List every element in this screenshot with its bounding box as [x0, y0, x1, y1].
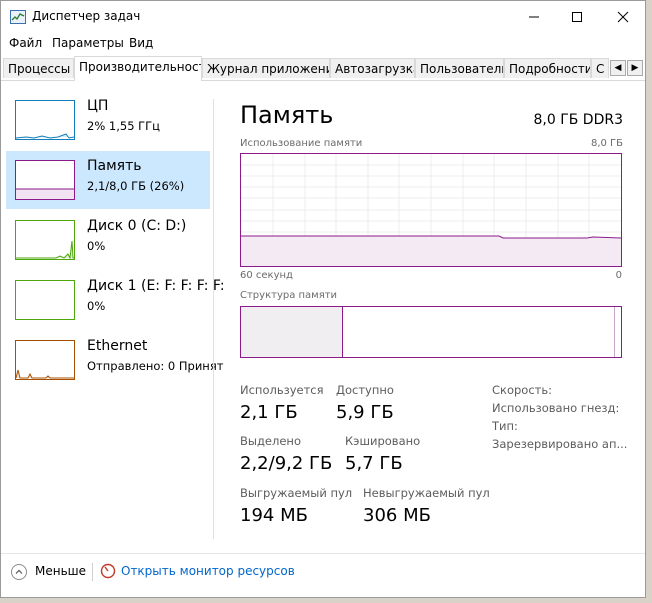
- used-value: 2,1 ГБ: [240, 402, 298, 423]
- tab-strip: Процессы Производительность Журнал прило…: [1, 56, 645, 81]
- memory-panel: Память 8,0 ГБ DDR3 Использование памяти …: [240, 81, 628, 541]
- close-icon: [617, 11, 629, 23]
- resource-list: ЦП 2% 1,55 ГГц Память 2,1/8,0 ГБ (26%) Д…: [1, 81, 225, 541]
- task-manager-icon: [10, 10, 26, 24]
- resource-ethernet-name: Ethernet: [87, 338, 148, 354]
- tab-app-history[interactable]: Журнал приложений: [202, 58, 330, 78]
- maximize-icon: [572, 12, 582, 22]
- resource-disk0[interactable]: Диск 0 (C: D:) 0%: [6, 211, 210, 269]
- cached-value: 5,7 ГБ: [345, 453, 403, 474]
- resource-memory[interactable]: Память 2,1/8,0 ГБ (26%): [6, 151, 210, 209]
- resource-ethernet[interactable]: Ethernet Отправлено: 0 Принят: [6, 331, 223, 389]
- task-manager-window: Диспетчер задач Файл Параметры Вид Проце…: [0, 0, 646, 598]
- cpu-thumbnail-graph: [15, 100, 75, 140]
- available-label: Доступно: [336, 383, 394, 397]
- hardware-reserved-label: Зарезервировано ап...: [492, 437, 628, 451]
- paged-pool-value: 194 МБ: [240, 505, 308, 526]
- memory-title: Память: [240, 101, 334, 129]
- footer-separator: [92, 563, 93, 581]
- resource-memory-name: Память: [87, 158, 142, 174]
- nonpaged-pool-label: Невыгружаемый пул: [363, 486, 490, 500]
- resource-memory-value: 2,1/8,0 ГБ (26%): [87, 179, 185, 193]
- close-button[interactable]: [600, 1, 646, 33]
- resource-disk1-value: 0%: [87, 299, 106, 313]
- tab-users[interactable]: Пользователи: [415, 58, 504, 78]
- resource-monitor-icon[interactable]: [100, 563, 116, 579]
- paged-pool-label: Выгружаемый пул: [240, 486, 353, 500]
- memory-usage-label: Использование памяти: [240, 138, 363, 149]
- nonpaged-pool-value: 306 МБ: [363, 505, 431, 526]
- slots-used-label: Использовано гнезд:: [492, 401, 620, 415]
- open-resource-monitor-link[interactable]: Открыть монитор ресурсов: [121, 564, 295, 578]
- available-value: 5,9 ГБ: [336, 402, 394, 423]
- resource-cpu-name: ЦП: [87, 98, 109, 114]
- minimize-icon: [529, 16, 539, 18]
- resource-cpu[interactable]: ЦП 2% 1,55 ГГц: [6, 91, 210, 149]
- resource-disk1-name: Диск 1 (E: F: F: F: F:: [87, 278, 225, 294]
- fewer-details-button[interactable]: Меньше: [35, 564, 86, 578]
- cached-label: Кэшировано: [345, 434, 421, 448]
- resource-ethernet-value: Отправлено: 0 Принят: [87, 359, 224, 373]
- memory-thumbnail-graph: [15, 160, 75, 200]
- resource-cpu-value: 2% 1,55 ГГц: [87, 119, 161, 133]
- tab-performance[interactable]: Производительность: [74, 56, 202, 81]
- window-title: Диспетчер задач: [32, 9, 141, 23]
- tab-startup[interactable]: Автозагрузка: [330, 58, 415, 78]
- tab-scroll-right-button[interactable]: ▶: [627, 60, 643, 76]
- chevron-right-icon: ▶: [631, 63, 639, 73]
- tab-services[interactable]: С: [591, 58, 609, 78]
- resource-disk0-value: 0%: [87, 239, 106, 253]
- collapse-details-icon[interactable]: [11, 564, 27, 580]
- speed-label: Скорость:: [492, 383, 553, 397]
- memory-usage-graph: [240, 153, 622, 267]
- menu-bar: Файл Параметры Вид: [1, 34, 645, 54]
- tab-details[interactable]: Подробности: [504, 58, 591, 78]
- title-bar[interactable]: Диспетчер задач: [1, 1, 645, 33]
- graph-time-right: 0: [615, 270, 622, 281]
- disk1-thumbnail-graph: [15, 280, 75, 320]
- footer: Меньше Открыть монитор ресурсов: [1, 553, 645, 590]
- menu-file[interactable]: Файл: [9, 36, 42, 50]
- menu-view[interactable]: Вид: [129, 36, 153, 50]
- memory-usage-max: 8,0 ГБ: [590, 138, 623, 149]
- used-label: Используется: [240, 383, 324, 397]
- menu-options[interactable]: Параметры: [52, 36, 124, 50]
- ethernet-thumbnail-graph: [15, 340, 75, 380]
- memory-spec: 8,0 ГБ DDR3: [533, 112, 623, 128]
- memory-composition-bar: [240, 306, 622, 358]
- pane-divider[interactable]: [213, 99, 214, 539]
- maximize-button[interactable]: [554, 1, 600, 33]
- tab-scroll-left-button[interactable]: ◀: [610, 60, 626, 76]
- form-factor-label: Тип:: [492, 419, 518, 433]
- resource-disk0-name: Диск 0 (C: D:): [87, 218, 187, 234]
- graph-time-left: 60 секунд: [240, 270, 293, 281]
- minimize-button[interactable]: [511, 1, 557, 33]
- committed-value: 2,2/9,2 ГБ: [240, 453, 333, 474]
- chevron-left-icon: ◀: [614, 63, 622, 73]
- disk0-thumbnail-graph: [15, 220, 75, 260]
- resource-disk1[interactable]: Диск 1 (E: F: F: F: F: 0%: [6, 271, 225, 329]
- memory-structure-label: Структура памяти: [240, 290, 338, 301]
- tab-processes[interactable]: Процессы: [3, 58, 74, 78]
- committed-label: Выделено: [240, 434, 301, 448]
